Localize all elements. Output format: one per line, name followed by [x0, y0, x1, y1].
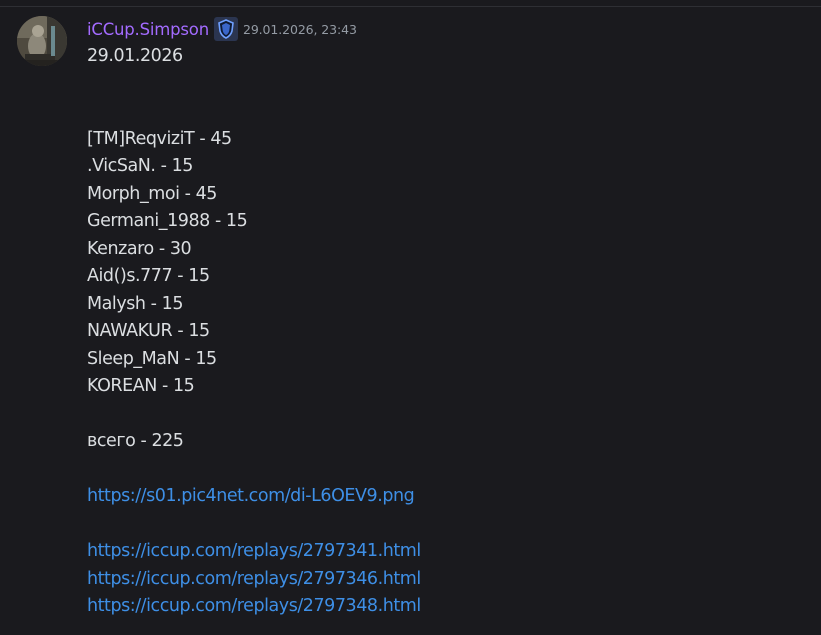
chat-message: iCCup.Simpson 29.01.2026, 23:43 29.01.20…	[0, 0, 821, 635]
player-line: Morph_moi - 45	[87, 183, 217, 204]
player-line: [TM]ReqviziT - 45	[87, 128, 232, 149]
avatar-photo-icon	[17, 16, 67, 66]
player-line: NAWAKUR - 15	[87, 321, 210, 341]
replay-link[interactable]: https://iccup.com/replays/2797346.html	[87, 569, 421, 589]
player-line: Sleep_MaN - 15	[87, 348, 217, 369]
total-line: всего - 225	[87, 431, 184, 451]
message-header: iCCup.Simpson 29.01.2026, 23:43	[87, 16, 357, 42]
player-line: .VicSaN. - 15	[87, 156, 193, 176]
image-link[interactable]: https://s01.pic4net.com/di-L6OEV9.png	[87, 486, 415, 506]
player-line: Aid()s.777 - 15	[87, 266, 210, 286]
message-timestamp: 29.01.2026, 23:43	[242, 21, 357, 37]
player-line: KOREAN - 15	[87, 376, 195, 396]
player-line: Kenzaro - 30	[87, 238, 192, 259]
date-line: 29.01.2026	[87, 46, 183, 66]
user-avatar[interactable]	[17, 16, 67, 66]
replay-link[interactable]: https://iccup.com/replays/2797341.html	[87, 541, 421, 561]
message-content: 29.01.2026 [TM]ReqviziT - 45 .VicSaN. - …	[87, 43, 787, 621]
shield-role-badge-icon[interactable]	[213, 17, 238, 41]
player-line: Germani_1988 - 15	[87, 211, 248, 231]
username[interactable]: iCCup.Simpson	[87, 20, 209, 39]
replay-link[interactable]: https://iccup.com/replays/2797348.html	[87, 596, 421, 616]
player-line: Malysh - 15	[87, 293, 184, 314]
